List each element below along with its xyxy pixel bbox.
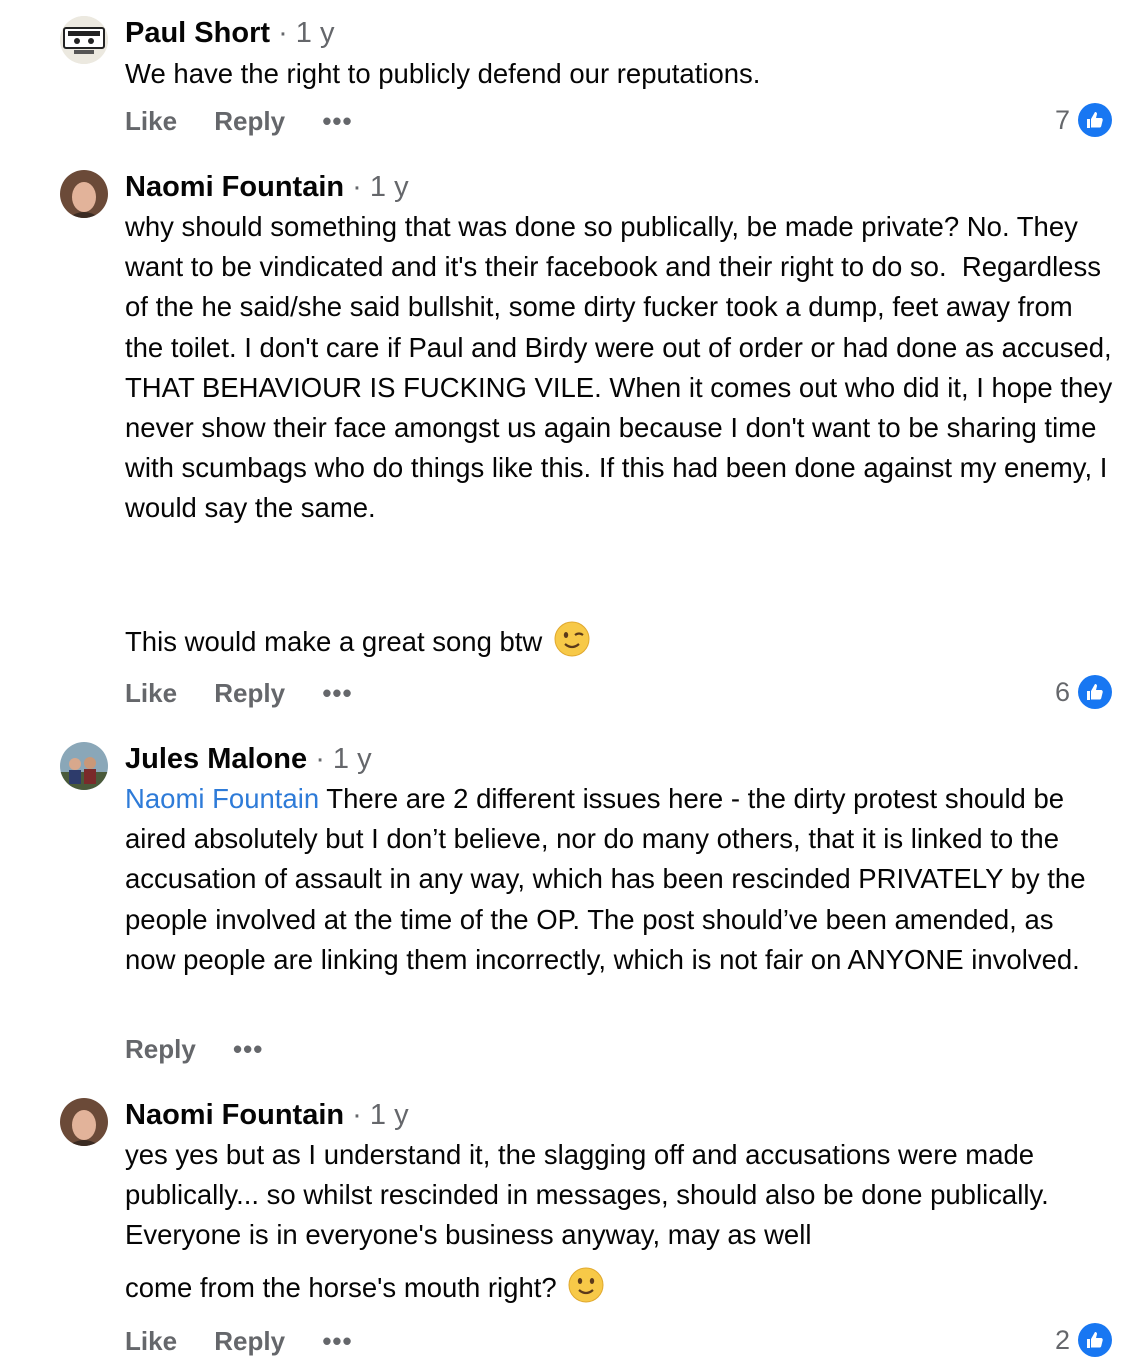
comment-text-continued: This would make a great song btw bbox=[125, 621, 1125, 662]
thumbs-up-icon bbox=[1078, 103, 1112, 137]
comment-header: Paul Short · 1 y bbox=[125, 16, 334, 50]
like-count: 2 bbox=[1054, 1325, 1070, 1355]
reaction-count[interactable]: 6 bbox=[1055, 674, 1112, 710]
author-name[interactable]: Naomi Fountain bbox=[125, 1099, 344, 1131]
avatar[interactable] bbox=[60, 16, 108, 64]
slightly-smiling-face-emoji bbox=[568, 1267, 604, 1303]
comment-text: We have the right to publicly defend our… bbox=[125, 58, 761, 89]
comment-text: why should something that was done so pu… bbox=[125, 211, 1120, 524]
comment-text-line: This would make a great song btw bbox=[125, 626, 543, 657]
like-button[interactable]: Like bbox=[125, 678, 177, 708]
like-count: 6 bbox=[1054, 677, 1070, 707]
comment-text: yes yes but as I understand it, the slag… bbox=[125, 1139, 1065, 1251]
timestamp[interactable]: · 1 y bbox=[315, 743, 371, 775]
avatar[interactable] bbox=[60, 1098, 108, 1146]
author-name[interactable]: Paul Short bbox=[125, 17, 270, 49]
timestamp[interactable]: · 1 y bbox=[278, 17, 334, 49]
timestamp[interactable]: · 1 y bbox=[352, 171, 408, 203]
like-button[interactable]: Like bbox=[125, 106, 177, 136]
like-button[interactable]: Like bbox=[125, 1326, 177, 1356]
author-name[interactable]: Naomi Fountain bbox=[125, 171, 344, 203]
comment-actions: Like Reply ••• bbox=[125, 1325, 383, 1357]
timestamp[interactable]: · 1 y bbox=[352, 1099, 408, 1131]
comment-text-continued: come from the horse's mouth right? bbox=[125, 1267, 1125, 1308]
comment-header: Naomi Fountain · 1 y bbox=[125, 1098, 409, 1132]
reply-button[interactable]: Reply bbox=[125, 1034, 196, 1064]
comment-header: Jules Malone · 1 y bbox=[125, 742, 372, 776]
like-count: 7 bbox=[1054, 105, 1070, 135]
group-photo-avatar-image bbox=[60, 742, 108, 790]
avatar[interactable] bbox=[60, 170, 108, 218]
reply-button[interactable]: Reply bbox=[214, 678, 285, 708]
avatar[interactable] bbox=[60, 742, 108, 790]
thumbs-up-icon bbox=[1078, 675, 1112, 709]
portrait-avatar-image bbox=[60, 170, 108, 218]
more-options-button[interactable]: ••• bbox=[233, 1034, 263, 1064]
cassette-avatar-image bbox=[60, 16, 108, 64]
comment-actions: Like Reply ••• bbox=[125, 105, 383, 137]
portrait-avatar-image bbox=[60, 1098, 108, 1146]
author-name[interactable]: Jules Malone bbox=[125, 743, 307, 775]
reply-button[interactable]: Reply bbox=[214, 106, 285, 136]
winking-face-emoji bbox=[554, 621, 590, 657]
reply-button[interactable]: Reply bbox=[214, 1326, 285, 1356]
reaction-count[interactable]: 7 bbox=[1055, 102, 1112, 138]
comment-text-line: come from the horse's mouth right? bbox=[125, 1272, 557, 1303]
more-options-button[interactable]: ••• bbox=[322, 678, 352, 708]
comment-actions: Reply ••• bbox=[125, 1033, 293, 1065]
comment-text: Naomi Fountain There are 2 different iss… bbox=[125, 779, 1110, 980]
more-options-button[interactable]: ••• bbox=[322, 1326, 352, 1356]
reaction-count[interactable]: 2 bbox=[1055, 1322, 1112, 1358]
thumbs-up-icon bbox=[1078, 1323, 1112, 1357]
comment-actions: Like Reply ••• bbox=[125, 677, 383, 709]
comment-header: Naomi Fountain · 1 y bbox=[125, 170, 409, 204]
more-options-button[interactable]: ••• bbox=[322, 106, 352, 136]
mention-link[interactable]: Naomi Fountain bbox=[125, 783, 319, 814]
